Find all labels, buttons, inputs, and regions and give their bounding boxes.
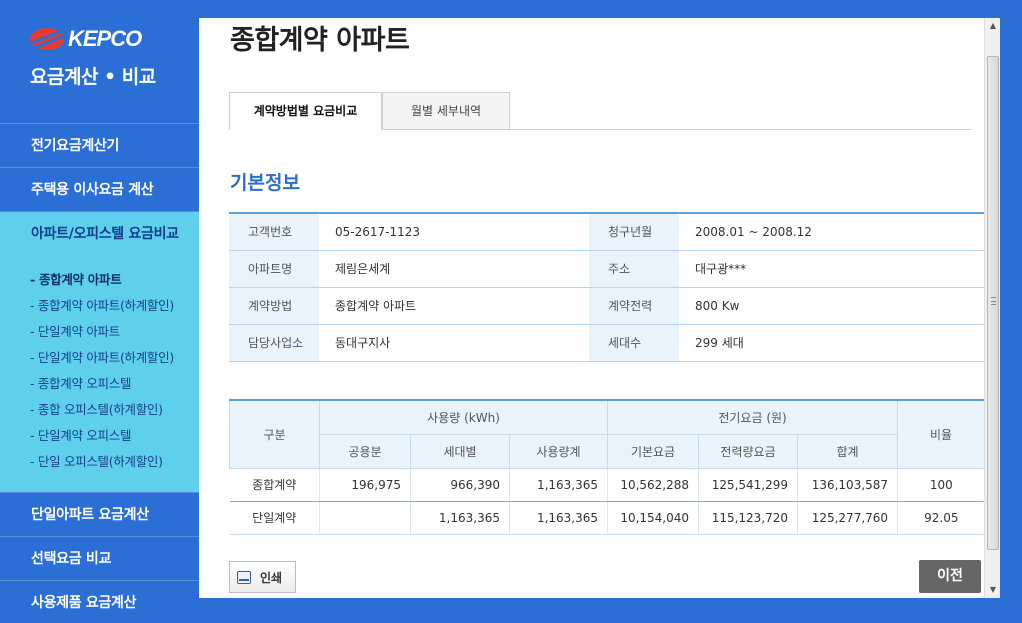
table-cell: 196,975 — [319, 468, 411, 502]
info-value: 05-2617-1123 — [319, 213, 589, 251]
window-top-edge — [199, 0, 1022, 18]
submenu-item-combined-officetel[interactable]: - 종합계약 오피스텔 — [0, 373, 210, 399]
info-label: 주소 — [589, 250, 679, 288]
table-cell: 10,154,040 — [607, 501, 699, 535]
info-label: 고객번호 — [229, 213, 319, 251]
prev-button[interactable]: 이전 — [919, 560, 981, 593]
header-usage: 사용량 (kWh) — [318, 399, 609, 435]
sidebar-item-select-rate[interactable]: 선택요금 비교 — [0, 536, 210, 580]
tab-label: 월별 세부내역 — [410, 104, 482, 118]
header-category: 구분 — [229, 399, 320, 469]
sidebar-item-label: 사용제품 요금계산 — [31, 595, 137, 611]
info-value: 2008.01 ~ 2008.12 — [679, 213, 984, 251]
submenu-item-combined-apartment[interactable]: - 종합계약 아파트 — [0, 269, 210, 295]
scrollbar-thumb[interactable] — [987, 56, 999, 550]
info-value: 제림은세계 — [319, 250, 589, 288]
kepco-logo-icon — [30, 28, 64, 50]
subheader-usage-total: 사용량계 — [508, 433, 609, 469]
info-value: 299 세대 — [679, 324, 984, 362]
sidebar-submenu: - 종합계약 아파트 - 종합계약 아파트(하계할인) - 단일계약 아파트 -… — [0, 255, 210, 492]
table-cell — [319, 501, 411, 535]
table-cell: 1,163,365 — [508, 501, 608, 535]
table-cell: 1,163,365 — [508, 468, 608, 502]
scroll-up-icon[interactable]: ▲ — [985, 18, 1001, 34]
window-right-edge — [1000, 0, 1022, 623]
sidebar-item-calculator[interactable]: 전기요금계산기 — [0, 123, 210, 167]
subheader-sum: 합계 — [797, 433, 899, 469]
submenu-item-single-apartment[interactable]: - 단일계약 아파트 — [0, 321, 210, 347]
vertical-scrollbar[interactable]: ▲ ▼ — [984, 18, 1000, 598]
table-row: 담당사업소 동대구지사 세대수 299 세대 — [229, 324, 984, 362]
sidebar-item-moving-fee[interactable]: 주택용 이사요금 계산 — [0, 167, 210, 211]
print-button-label: 인쇄 — [260, 570, 283, 585]
main-content: 종합계약 아파트 계약방법별 요금비교 월별 세부내역 기본정보 고객번호 05… — [199, 18, 984, 598]
info-value: 종합계약 아파트 — [319, 287, 589, 325]
header-fee: 전기요금 (원) — [607, 399, 899, 435]
table-cell: 125,277,760 — [797, 501, 898, 535]
info-label: 계약방법 — [229, 287, 319, 325]
info-label: 세대수 — [589, 324, 679, 362]
usage-fee-table: 구분 사용량 (kWh) 전기요금 (원) 비율 공용분 세대별 사용량계 기본… — [229, 399, 984, 535]
submenu-item-combined-officetel-summer[interactable]: - 종합 오피스텔(하계할인) — [0, 399, 210, 425]
info-label: 담당사업소 — [229, 324, 319, 362]
print-button[interactable]: 인쇄 — [229, 561, 296, 593]
sidebar: KEPCO 요금계산 • 비교 전기요금계산기 주택용 이사요금 계산 아파트/… — [0, 0, 210, 623]
submenu-item-combined-apartment-summer[interactable]: - 종합계약 아파트(하계할인) — [0, 295, 210, 321]
sidebar-item-label: 아파트/오피스텔 요금비교 — [31, 226, 179, 242]
submenu-item-single-apartment-summer[interactable]: - 단일계약 아파트(하계할인) — [0, 347, 210, 373]
subheader-common: 공용분 — [319, 433, 411, 469]
info-label: 아파트명 — [229, 250, 319, 288]
submenu-item-single-officetel-summer[interactable]: - 단일 오피스텔(하계할인) — [0, 451, 210, 477]
submenu-item-single-officetel[interactable]: - 단일계약 오피스텔 — [0, 425, 210, 451]
table-cell: 115,123,720 — [698, 501, 798, 535]
row-label: 단일계약 — [229, 501, 320, 535]
grip-icon — [991, 297, 996, 305]
sidebar-item-single-apartment-calc[interactable]: 단일아파트 요금계산 — [0, 492, 210, 536]
table-row: 계약방법 종합계약 아파트 계약전력 800 Kw — [229, 287, 984, 325]
table-cell: 136,103,587 — [797, 468, 898, 502]
info-label: 계약전력 — [589, 287, 679, 325]
table-header-row: 구분 사용량 (kWh) 전기요금 (원) 비율 — [229, 399, 984, 469]
tab-monthly-detail[interactable]: 월별 세부내역 — [382, 92, 510, 130]
info-value: 800 Kw — [679, 287, 984, 325]
sidebar-item-apartment-compare[interactable]: 아파트/오피스텔 요금비교 — [0, 211, 210, 255]
info-value: 동대구지사 — [319, 324, 589, 362]
print-icon — [237, 570, 251, 584]
sidebar-item-label: 선택요금 비교 — [31, 551, 112, 567]
tab-contract-compare[interactable]: 계약방법별 요금비교 — [229, 92, 382, 130]
info-label: 청구년월 — [589, 213, 679, 251]
row-label: 종합계약 — [229, 468, 320, 502]
subheader-base-fee: 기본요금 — [607, 433, 700, 469]
table-row: 아파트명 제림은세계 주소 대구광*** — [229, 250, 984, 288]
sidebar-item-label: 단일아파트 요금계산 — [31, 507, 149, 523]
table-subheader-row: 공용분 세대별 사용량계 기본요금 전력량요금 합계 — [230, 433, 985, 469]
ratio-cell: 100 — [897, 468, 984, 502]
subheader-household: 세대별 — [410, 433, 510, 469]
page-title: 종합계약 아파트 — [230, 25, 410, 56]
section-title: 기본정보 — [230, 172, 300, 194]
table-cell: 1,163,365 — [410, 501, 510, 535]
header-ratio: 비율 — [897, 399, 984, 469]
kepco-logo-text: KEPCO — [68, 26, 142, 51]
app-title: 요금계산 • 비교 — [30, 66, 156, 88]
tab-bar: 계약방법별 요금비교 월별 세부내역 — [229, 92, 971, 130]
subheader-energy-fee: 전력량요금 — [698, 433, 799, 469]
window-bottom-edge — [199, 598, 1022, 623]
sidebar-item-label: 주택용 이사요금 계산 — [31, 182, 154, 198]
table-cell: 10,562,288 — [607, 468, 699, 502]
table-row: 종합계약 196,975 966,390 1,163,365 10,562,28… — [229, 468, 984, 502]
sidebar-item-label: 전기요금계산기 — [31, 138, 120, 154]
sidebar-item-appliance-calc[interactable]: 사용제품 요금계산 — [0, 580, 210, 623]
scroll-down-icon[interactable]: ▼ — [985, 582, 1001, 598]
table-cell: 966,390 — [410, 468, 510, 502]
kepco-logo: KEPCO — [30, 26, 142, 52]
table-row: 단일계약 1,163,365 1,163,365 10,154,040 115,… — [229, 501, 984, 535]
table-row: 고객번호 05-2617-1123 청구년월 2008.01 ~ 2008.12 — [229, 213, 984, 251]
table-cell: 125,541,299 — [698, 468, 798, 502]
info-value: 대구광*** — [679, 250, 984, 288]
basic-info-table: 고객번호 05-2617-1123 청구년월 2008.01 ~ 2008.12… — [229, 212, 984, 362]
tab-label: 계약방법별 요금비교 — [253, 104, 358, 118]
ratio-cell: 92.05 — [897, 501, 984, 535]
